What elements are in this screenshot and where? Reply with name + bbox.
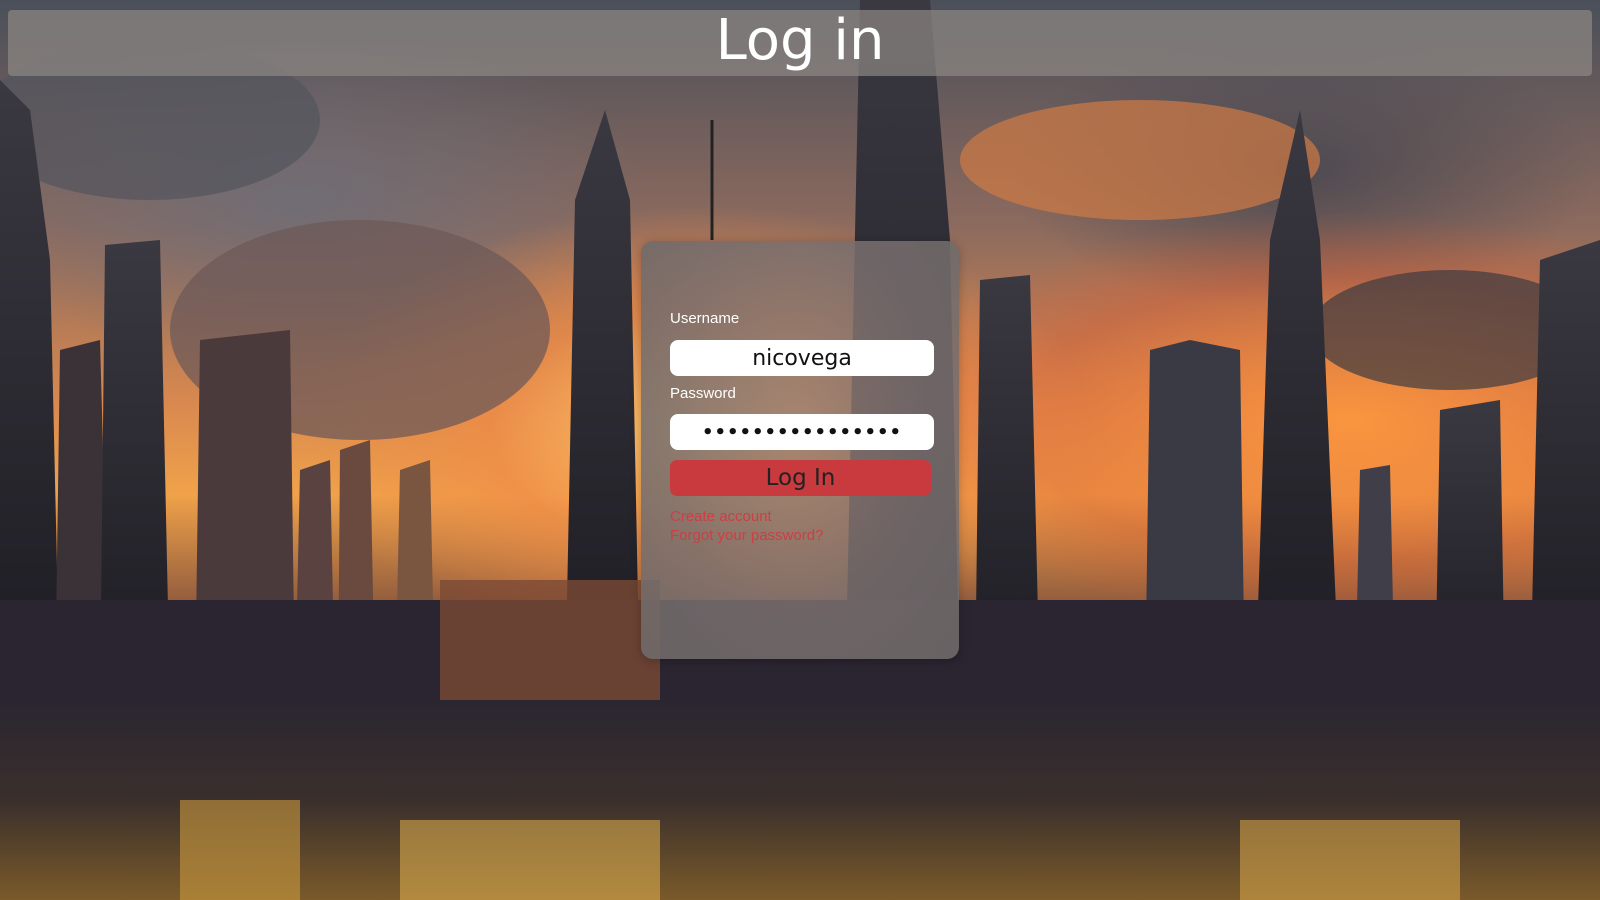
login-page: Log in Username Password Log In Create a… xyxy=(0,0,1600,900)
page-header: Log in xyxy=(8,10,1592,76)
login-button[interactable]: Log In xyxy=(670,460,931,496)
login-card: Username Password Log In Create account … xyxy=(641,241,959,659)
password-label: Password xyxy=(670,385,736,402)
forgot-password-link[interactable]: Forgot your password? xyxy=(670,527,823,544)
username-input[interactable] xyxy=(670,340,934,376)
create-account-link[interactable]: Create account xyxy=(670,508,772,525)
password-input[interactable] xyxy=(670,414,934,450)
page-title: Log in xyxy=(715,8,885,73)
username-label: Username xyxy=(670,310,740,327)
